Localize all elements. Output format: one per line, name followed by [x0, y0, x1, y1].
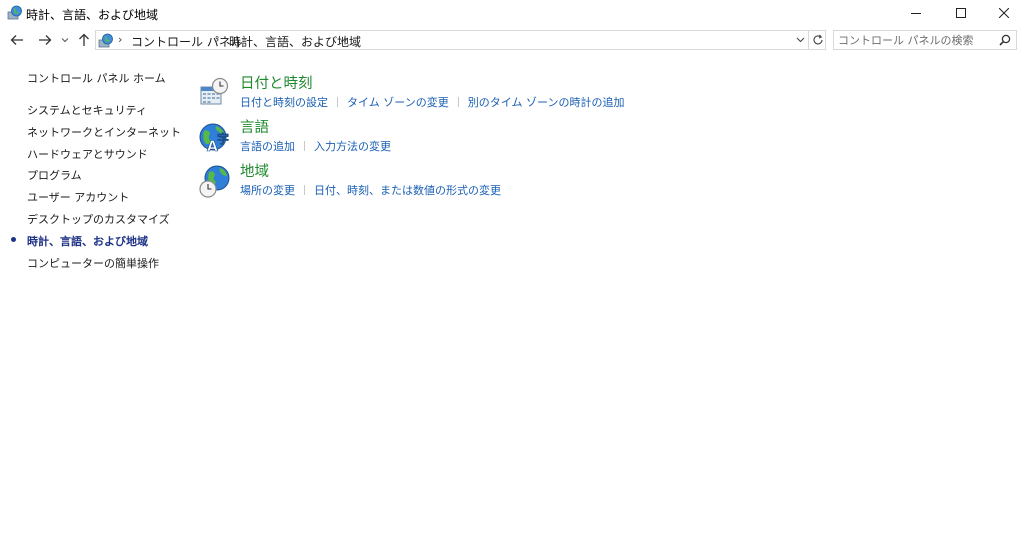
back-button[interactable] [7, 30, 27, 50]
link-add-language[interactable]: 言語の追加 [240, 140, 295, 153]
search-input[interactable] [838, 32, 992, 48]
up-arrow-icon [79, 33, 89, 46]
up-button[interactable] [75, 30, 93, 50]
nav-network-internet[interactable]: ネットワークとインターネット [27, 124, 181, 140]
link-separator [337, 97, 338, 107]
breadcrumb-chevron-icon[interactable]: › [215, 33, 219, 46]
breadcrumb-clock-region[interactable]: 時計、言語、および地域 [229, 33, 361, 50]
category-title-region[interactable]: 地域 [240, 160, 269, 181]
link-separator [304, 185, 305, 195]
nav-desktop-customization[interactable]: デスクトップのカスタマイズ [27, 211, 170, 227]
category-links-language: 言語の追加 入力方法の変更 [240, 138, 391, 154]
chevron-down-icon [61, 38, 69, 43]
link-change-location[interactable]: 場所の変更 [240, 184, 295, 197]
nav-system-security[interactable]: システムとセキュリティ [27, 102, 147, 118]
link-change-formats[interactable]: 日付、時刻、または数値の形式の変更 [314, 184, 501, 197]
navigation-bar: › コントロール パネル › 時計、言語、および地域 › [0, 28, 1024, 52]
region-globe-clock-icon[interactable] [198, 165, 232, 199]
recent-locations-button[interactable] [58, 30, 72, 50]
title-bar: 時計、言語、および地域 [0, 0, 1024, 26]
link-set-date-time[interactable]: 日付と時刻の設定 [240, 96, 328, 109]
nav-ease-of-access[interactable]: コンピューターの簡単操作 [27, 255, 159, 271]
forward-button[interactable] [35, 30, 55, 50]
category-title-date-time[interactable]: 日付と時刻 [240, 72, 313, 93]
nav-clock-language-region: 時計、言語、および地域 [27, 235, 148, 248]
nav-user-accounts[interactable]: ユーザー アカウント [27, 189, 129, 205]
search-box[interactable] [833, 30, 1017, 50]
refresh-icon [813, 34, 823, 45]
breadcrumb-chevron-icon[interactable]: › [118, 33, 122, 46]
control-panel-globe-icon [98, 33, 113, 48]
chevron-down-icon [796, 37, 804, 43]
breadcrumb-chevron-icon[interactable]: › [343, 33, 347, 46]
calendar-clock-icon[interactable] [198, 77, 232, 111]
link-separator [457, 97, 459, 107]
breadcrumb-control-panel[interactable]: コントロール パネル [131, 33, 243, 50]
window-title: 時計、言語、および地域 [26, 8, 159, 22]
search-button[interactable] [996, 32, 1014, 48]
refresh-button[interactable] [808, 31, 826, 49]
minimize-button[interactable] [893, 0, 939, 26]
link-add-clocks[interactable]: 別のタイム ゾーンの時計の追加 [468, 96, 625, 109]
link-change-input-methods[interactable]: 入力方法の変更 [314, 140, 391, 153]
language-globe-icon[interactable]: A 字 [198, 121, 232, 155]
nav-hardware-sound[interactable]: ハードウェアとサウンド [27, 146, 148, 162]
category-title-language[interactable]: 言語 [240, 116, 269, 137]
maximize-button[interactable] [938, 0, 984, 26]
current-item-bullet-icon [11, 237, 16, 242]
address-history-button[interactable] [792, 31, 808, 49]
back-arrow-icon [10, 35, 23, 45]
nav-control-panel-home[interactable]: コントロール パネル ホーム [27, 70, 166, 86]
category-links-date-time: 日付と時刻の設定 タイム ゾーンの変更 別のタイム ゾーンの時計の追加 [240, 94, 624, 110]
address-bar[interactable]: › コントロール パネル › 時計、言語、および地域 › [95, 30, 826, 50]
nav-programs[interactable]: プログラム [27, 167, 82, 183]
forward-arrow-icon [39, 35, 52, 45]
control-panel-globe-icon [7, 5, 22, 20]
search-icon [999, 34, 1011, 46]
close-button[interactable] [981, 0, 1024, 26]
category-links-region: 場所の変更 日付、時刻、または数値の形式の変更 [240, 182, 501, 198]
link-separator [304, 141, 305, 151]
svg-text:字: 字 [217, 131, 229, 146]
link-change-time-zone[interactable]: タイム ゾーンの変更 [347, 96, 449, 109]
